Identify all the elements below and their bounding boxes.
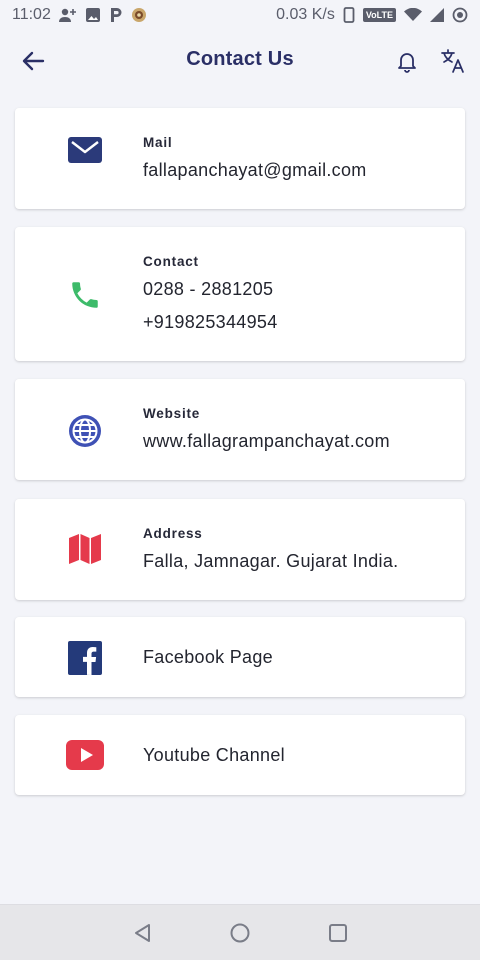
map-icon <box>65 529 105 569</box>
website-label: Website <box>143 406 201 421</box>
volte-badge: VoLTE <box>362 8 396 22</box>
facebook-icon <box>65 638 105 678</box>
facebook-link[interactable]: Facebook Page <box>143 647 455 668</box>
signal-icon <box>430 8 444 22</box>
website-value[interactable]: www.fallagrampanchayat.com <box>143 431 455 452</box>
circle-home-icon <box>230 923 250 943</box>
facebook-card[interactable]: Facebook Page <box>15 617 465 697</box>
mail-label: Mail <box>143 135 173 150</box>
notifications-button[interactable] <box>394 48 420 74</box>
youtube-icon <box>65 735 105 775</box>
contact-phone-2[interactable]: +919825344954 <box>143 312 455 333</box>
nav-home-button[interactable] <box>228 921 252 945</box>
youtube-card[interactable]: Youtube Channel <box>15 715 465 795</box>
system-nav-bar <box>0 904 480 960</box>
contact-phone-1[interactable]: 0288 - 2881205 <box>143 279 455 300</box>
address-card[interactable]: Address Falla, Jamnagar. Gujarat India. <box>15 499 465 600</box>
mail-card[interactable]: Mail fallapanchayat@gmail.com <box>15 108 465 209</box>
add-person-icon <box>58 7 77 23</box>
wifi-icon <box>404 8 422 22</box>
nav-recents-button[interactable] <box>326 921 350 945</box>
translate-button[interactable] <box>440 48 468 74</box>
website-card[interactable]: Website www.fallagrampanchayat.com <box>15 379 465 480</box>
emblem-icon <box>131 7 147 23</box>
battery-saver-icon <box>452 7 468 23</box>
phone-vibrate-icon <box>343 7 355 23</box>
phone-icon <box>65 275 105 315</box>
square-recents-icon <box>329 924 347 942</box>
youtube-link[interactable]: Youtube Channel <box>143 745 455 766</box>
nav-back-button[interactable] <box>131 921 155 945</box>
bell-icon <box>398 53 416 73</box>
triangle-back-icon <box>135 924 150 942</box>
address-value[interactable]: Falla, Jamnagar. Gujarat India. <box>143 551 455 572</box>
network-speed: 0.03 K/s <box>276 6 335 23</box>
app-bar: Contact Us <box>0 30 480 92</box>
status-time: 11:02 <box>12 6 51 23</box>
globe-icon <box>65 411 105 451</box>
contact-card[interactable]: Contact 0288 - 2881205 +919825344954 <box>15 227 465 361</box>
mail-value[interactable]: fallapanchayat@gmail.com <box>143 160 455 181</box>
mail-icon <box>65 130 105 170</box>
contact-label: Contact <box>143 254 199 269</box>
status-bar: 11:02 0.03 K/s VoLTE <box>0 0 480 30</box>
translate-icon <box>441 49 464 73</box>
address-label: Address <box>143 526 203 541</box>
image-icon <box>85 7 101 23</box>
p-app-icon <box>109 7 123 23</box>
